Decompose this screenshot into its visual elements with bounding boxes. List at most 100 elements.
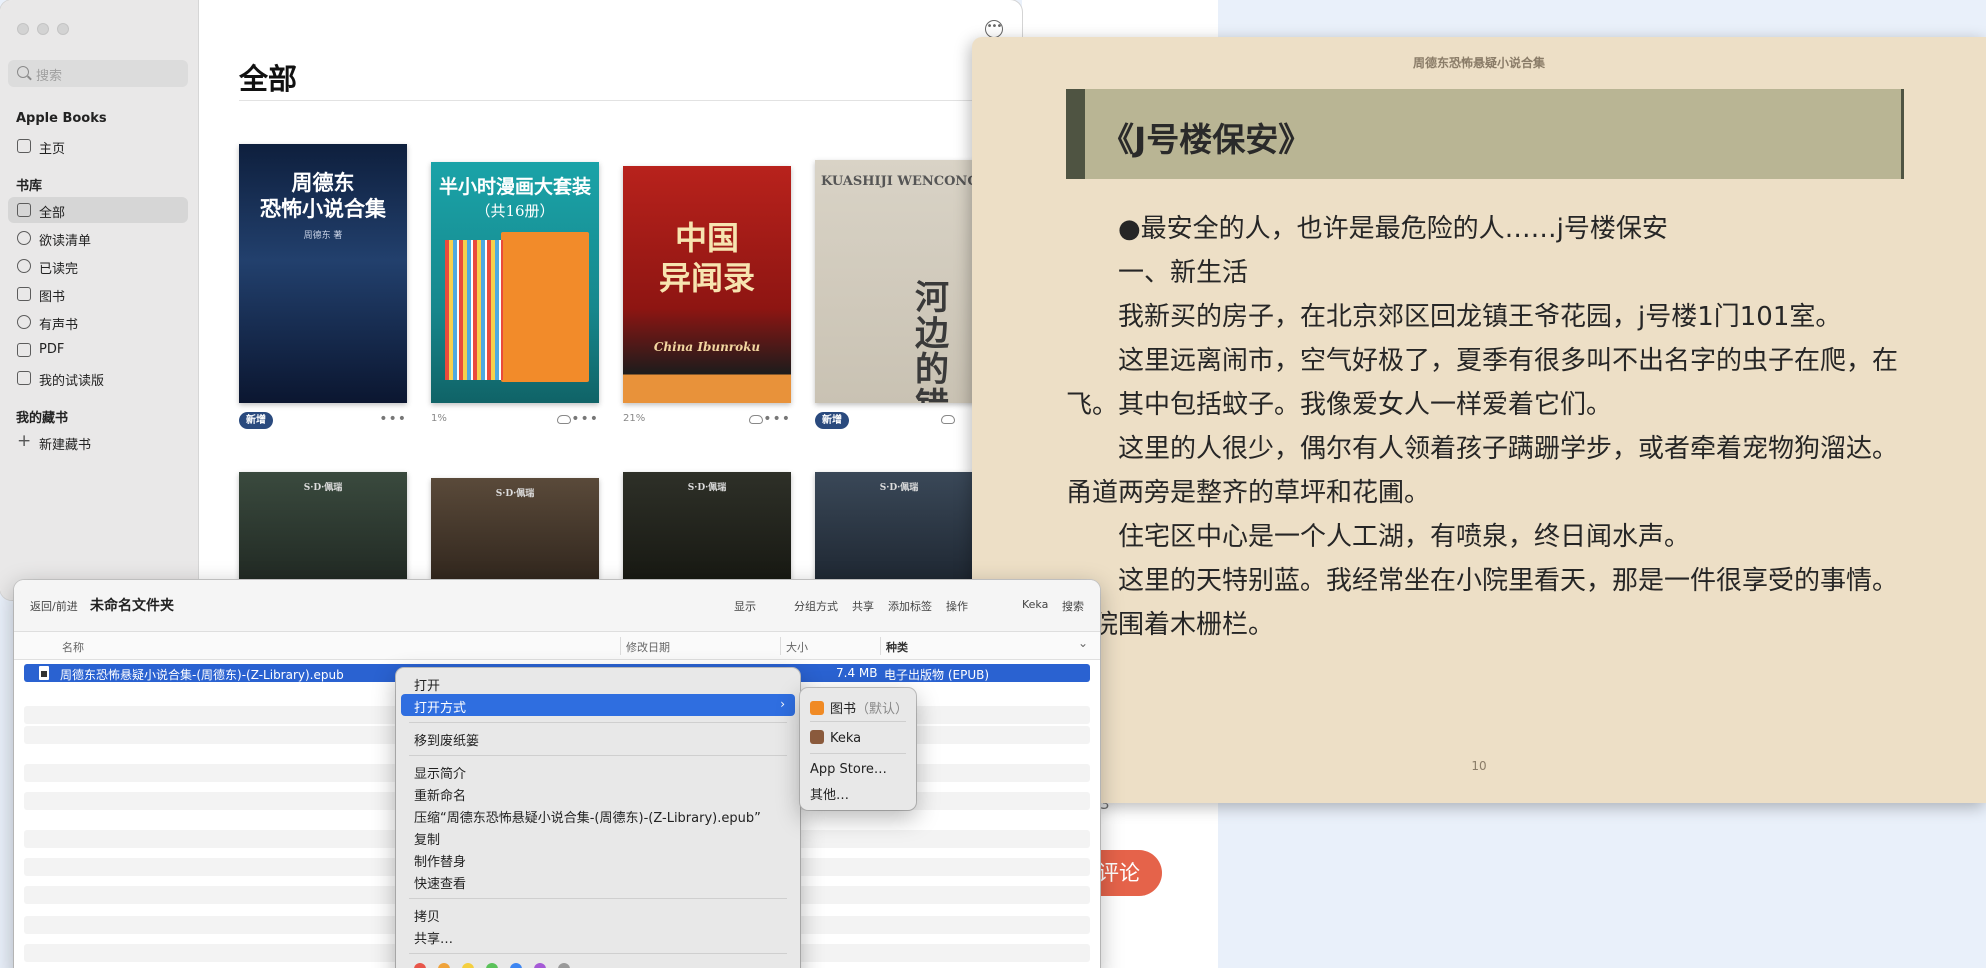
menu-item-move-to-trash[interactable]: 移到废纸篓	[401, 727, 795, 749]
keka-app-icon	[810, 730, 824, 744]
sidebar-item-finished[interactable]: 已读完	[8, 253, 188, 279]
paragraph: 一、新生活	[1118, 258, 1249, 288]
menu-divider	[409, 953, 787, 954]
book-cover[interactable]: KUASHIJI WENCONG 河 边 的 错 误	[815, 160, 983, 403]
menu-item-copy[interactable]: 拷贝	[401, 903, 795, 925]
submenu-default-label: （默认）	[856, 702, 909, 717]
menu-item-label: 拷贝	[414, 910, 441, 925]
plus-icon: +	[17, 431, 32, 451]
zoom-window-button[interactable]	[57, 23, 69, 35]
new-collection-button[interactable]: + 新建藏书	[8, 429, 188, 455]
book-spines-illustration	[445, 240, 503, 380]
column-kind[interactable]: 种类	[886, 639, 908, 655]
book-illustration	[501, 232, 589, 382]
column-divider	[780, 637, 781, 655]
menu-item-share[interactable]: 共享…	[401, 925, 795, 947]
menu-item-duplicate[interactable]: 复制	[401, 826, 795, 848]
close-window-button[interactable]	[17, 23, 29, 35]
tag-color-dot[interactable]	[486, 963, 498, 968]
sidebar-item-label: 我的试读版	[39, 374, 105, 389]
sidebar-item-label: 全部	[39, 206, 66, 221]
submenu-item-app-store[interactable]: App Store…	[810, 762, 887, 777]
menu-divider	[810, 721, 906, 722]
keka-button[interactable]: Keka	[1022, 598, 1048, 611]
book-cover-author: S·D·佩瑞	[687, 483, 727, 493]
menu-item-make-alias[interactable]: 制作替身	[401, 848, 795, 870]
sidebar-search-input[interactable]: 搜索	[8, 60, 188, 87]
menu-divider	[810, 753, 906, 754]
column-header: 名称 修改日期 大小 种类 ⌄	[14, 632, 1100, 660]
sidebar-item-pdf[interactable]: PDF	[8, 337, 188, 363]
book-cover[interactable]: 半小时漫画大套装 （共16册）	[431, 162, 599, 403]
book-meta: 1% •••	[431, 411, 599, 429]
menu-item-label: 打开	[414, 679, 441, 694]
menu-item-label: 显示简介	[414, 767, 467, 782]
book-cover-author: S·D·佩瑞	[879, 483, 919, 493]
headphones-icon	[17, 315, 31, 329]
menu-item-get-info[interactable]: 显示简介	[401, 760, 795, 782]
book-cover[interactable]: 中国 异闻录 China Ibunroku	[623, 166, 791, 403]
submenu-item-keka[interactable]: Keka	[810, 730, 861, 746]
submenu-label: Keka	[830, 731, 862, 746]
menu-item-compress[interactable]: 压缩“周德东恐怖悬疑小说合集-(周德东)-(Z-Library).epub”	[401, 804, 795, 826]
document-icon	[17, 343, 31, 357]
column-modified[interactable]: 修改日期	[626, 639, 670, 655]
back-forward-button[interactable]: 返回/前进	[30, 598, 78, 614]
search-placeholder: 搜索	[36, 69, 63, 84]
tag-color-dot[interactable]	[510, 963, 522, 968]
book-cover-author: 周德东 著	[303, 231, 343, 241]
cloud-icon[interactable]	[557, 415, 571, 424]
tag-color-dot[interactable]	[558, 963, 570, 968]
app-name-heading: Apple Books	[16, 111, 107, 126]
sidebar-item-books[interactable]: 图书	[8, 281, 188, 307]
cloud-icon[interactable]	[749, 415, 763, 424]
book-meta: 21% •••	[623, 411, 791, 429]
chevron-down-icon[interactable]: ⌄	[1078, 636, 1088, 650]
tag-color-dot[interactable]	[414, 963, 426, 968]
books-window: 搜索 Apple Books 主页 书库 全部 欲读清单 已读完 图书 有声书	[0, 0, 1022, 600]
sidebar-item-audiobooks[interactable]: 有声书	[8, 309, 188, 335]
tag-color-dot[interactable]	[534, 963, 546, 968]
checkmark-circle-icon	[17, 259, 31, 273]
submenu-item-other[interactable]: 其他…	[810, 784, 849, 803]
file-size: 7.4 MB	[836, 666, 878, 680]
book-cover[interactable]: 周德东 恐怖小说合集 周德东 著	[239, 144, 407, 403]
sidebar-item-samples[interactable]: 我的试读版	[8, 365, 188, 391]
sidebar-item-home[interactable]: 主页	[8, 133, 188, 159]
book-more-button[interactable]: •••	[763, 411, 791, 427]
view-button[interactable]: 显示	[734, 598, 756, 614]
book-cover-subtitle: China Ibunroku	[653, 340, 761, 354]
book-more-button[interactable]: •••	[379, 411, 407, 427]
more-options-icon[interactable]: •••	[985, 20, 1003, 38]
menu-item-label: 压缩“周德东恐怖悬疑小说合集-(周德东)-(Z-Library).epub”	[414, 811, 761, 826]
book-cover-title: 河 边 的 错 误	[915, 278, 949, 403]
menu-item-rename[interactable]: 重新命名	[401, 782, 795, 804]
book-more-button[interactable]: •••	[571, 411, 599, 427]
folder-title: 未命名文件夹	[90, 598, 174, 614]
cloud-icon[interactable]	[941, 415, 955, 424]
menu-item-quick-look[interactable]: 快速查看	[401, 870, 795, 892]
menu-item-open[interactable]: 打开	[401, 672, 795, 694]
search-button[interactable]: 搜索	[1062, 598, 1084, 614]
tag-color-dot[interactable]	[462, 963, 474, 968]
menu-item-open-with[interactable]: 打开方式 ›	[401, 694, 795, 716]
sidebar-item-want-to-read[interactable]: 欲读清单	[8, 225, 188, 251]
column-size[interactable]: 大小	[786, 639, 808, 655]
action-button[interactable]: 操作	[946, 598, 968, 614]
menu-item-label: 共享…	[414, 932, 454, 947]
epub-file-icon	[39, 666, 49, 680]
paragraph: 住宅区中心是一个人工湖，有喷泉，终日闻水声。	[1118, 522, 1691, 552]
submenu-label: App Store…	[810, 762, 887, 777]
sidebar-item-all[interactable]: 全部	[8, 197, 188, 223]
sample-document-icon	[17, 371, 31, 385]
column-name[interactable]: 名称	[62, 639, 84, 655]
book-reader-window: 周德东恐怖悬疑小说合集 《J号楼保安》 ●最安全的人，也许是最危险的人……j号楼…	[972, 37, 1986, 803]
finder-toolbar: 返回/前进 未命名文件夹 显示 分组方式 共享 添加标签 操作 Keka 搜索	[14, 580, 1100, 632]
menu-divider	[409, 722, 787, 723]
tag-color-dot[interactable]	[438, 963, 450, 968]
add-tags-button[interactable]: 添加标签	[888, 598, 932, 614]
group-button[interactable]: 分组方式	[794, 598, 838, 614]
share-button[interactable]: 共享	[852, 598, 874, 614]
minimize-window-button[interactable]	[37, 23, 49, 35]
submenu-item-books[interactable]: 图书（默认）	[810, 698, 908, 717]
